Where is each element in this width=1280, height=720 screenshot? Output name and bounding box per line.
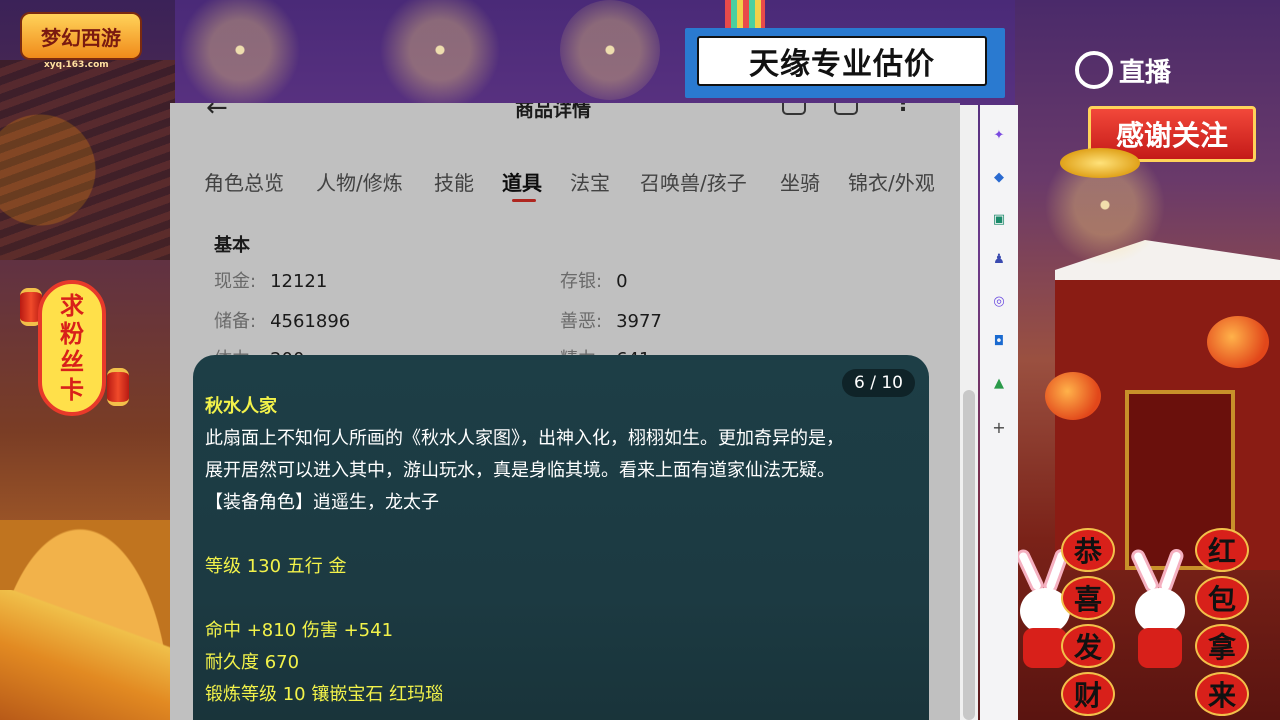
- item-name: 秋水人家: [205, 396, 277, 417]
- couplet-char: 发: [1061, 624, 1115, 668]
- small-lantern-icon: [107, 368, 129, 406]
- product-detail-app: ← 商品详情 ⋮ 角色总览 人物/修炼 技能 道具 法宝 召唤兽/孩子 坐骑 锦…: [170, 103, 960, 720]
- platform-logo-icon: [1075, 51, 1113, 89]
- plus-icon[interactable]: +: [991, 418, 1007, 437]
- item-stat-line: 锻炼等级 10 镶嵌宝石 红玛瑙: [205, 684, 444, 705]
- bunny-icon: [1128, 546, 1190, 668]
- scrollbar-thumb[interactable]: [963, 390, 975, 720]
- gold-ribbon: [0, 590, 175, 720]
- fan-card-char: 求: [60, 292, 84, 320]
- item-stat-line: 命中 +810 伤害 +541: [205, 620, 394, 641]
- couplet-char: 财: [1061, 672, 1115, 716]
- item-level-line: 等级 130 五行 金: [205, 556, 347, 577]
- couplet-left: 恭 喜 发 财: [1058, 528, 1118, 718]
- couplet-right: 红 包 拿 来: [1192, 528, 1252, 718]
- couplet-char: 恭: [1061, 528, 1115, 572]
- ribbon-tag-icon: [725, 0, 765, 28]
- outlook-icon[interactable]: ◘: [991, 333, 1007, 349]
- circle-icon[interactable]: ◎: [991, 293, 1007, 309]
- lantern-icon: [1207, 316, 1269, 368]
- platform-logo: 直播: [1075, 48, 1245, 92]
- tree-icon[interactable]: ▲: [991, 375, 1007, 391]
- browser-side-toolbar: ✦ ◆ ▣ ♟ ◎ ◘ ▲ +: [980, 105, 1018, 720]
- firework-icon: [170, 0, 310, 120]
- platform-logo-text: 直播: [1119, 57, 1172, 88]
- firework-icon: [380, 0, 500, 110]
- fan-card-char: 丝: [60, 348, 84, 376]
- temple-roof: [0, 60, 175, 260]
- couplet-char: 来: [1195, 672, 1249, 716]
- sparkle-icon[interactable]: ✦: [991, 127, 1007, 143]
- price-banner: 天缘专业估价: [685, 0, 1005, 98]
- couplet-char: 拿: [1195, 624, 1249, 668]
- item-tooltip: 6 / 10 秋水人家 此扇面上不知何人所画的《秋水人家图》，出神入化，栩栩如生…: [193, 355, 929, 720]
- couplet-char: 喜: [1061, 576, 1115, 620]
- item-stat-line: 耐久度 670: [205, 652, 300, 673]
- game-logo: 梦幻西游 xyq.163.com: [20, 12, 142, 70]
- game-logo-url: xyq.163.com: [44, 60, 109, 70]
- lantern-icon: [1045, 372, 1101, 420]
- fan-card-banner: 求 粉 丝 卡: [38, 280, 106, 416]
- fan-card-char: 卡: [60, 376, 84, 404]
- couplet-char: 红: [1195, 528, 1249, 572]
- fan-card-char: 粉: [60, 320, 84, 348]
- item-description-line: 此扇面上不知何人所画的《秋水人家图》，出神入化，栩栩如生。更加奇异的是，: [205, 428, 844, 449]
- item-description-line: 展开居然可以进入其中，游山玩水，真是身临其境。看来上面有道家仙法无疑。: [205, 460, 835, 481]
- item-description-line: 【装备角色】逍遥生，龙太子: [205, 492, 439, 513]
- briefcase-icon[interactable]: ▣: [991, 211, 1007, 227]
- tooltip-pager: 6 / 10: [842, 369, 915, 397]
- tag-icon[interactable]: ◆: [991, 169, 1007, 185]
- price-banner-title: 天缘专业估价: [697, 36, 987, 86]
- game-logo-text: 梦幻西游: [41, 25, 121, 50]
- chess-icon[interactable]: ♟: [991, 251, 1007, 267]
- gold-coins-icon: [1060, 148, 1140, 178]
- couplet-char: 包: [1195, 576, 1249, 620]
- firework-icon: [560, 0, 660, 100]
